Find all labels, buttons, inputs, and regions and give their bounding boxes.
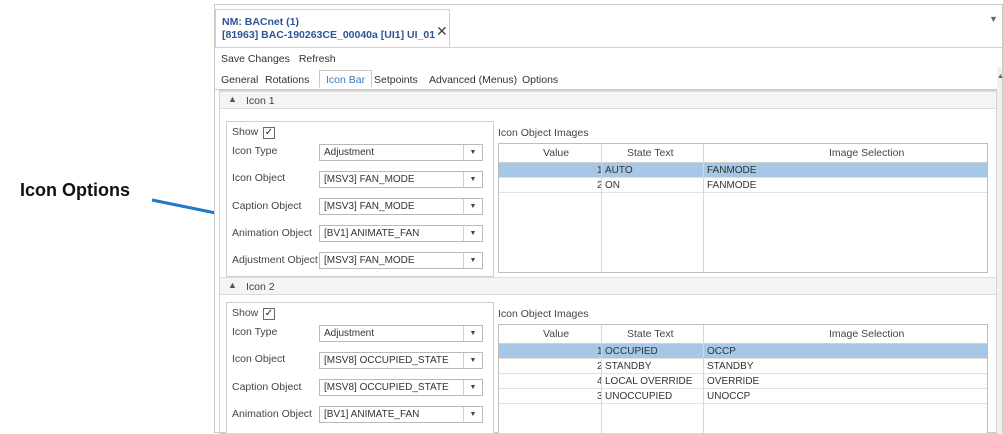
images-title: Icon Object Images	[498, 308, 589, 320]
tab-list-dropdown-icon[interactable]: ▼	[989, 14, 998, 24]
icon-bar-panel: ▲ Icon 1 Show ✓ Icon Type Adjustment ▼ Ic…	[219, 90, 997, 434]
tab-general[interactable]: General	[221, 74, 258, 86]
vertical-scrollbar[interactable]: ▲	[997, 67, 1003, 434]
column-header-image-selection: Image Selection	[829, 147, 905, 159]
column-divider	[703, 144, 704, 272]
chevron-up-icon[interactable]: ▲	[228, 280, 237, 290]
column-header-value: Value	[543, 147, 570, 159]
divider	[215, 47, 1002, 48]
icon-1-options: Show ✓ Icon Type Adjustment ▼ Icon Object…	[226, 121, 494, 277]
column-divider	[601, 144, 602, 272]
field-label: Icon Object	[232, 353, 286, 365]
document-tab-subtitle: [81963] BAC-190263CE_00040a [UI1] UI_01	[222, 29, 436, 41]
icon-1-images-grid: Value State Text Image Selection 1 AUTO …	[498, 143, 988, 273]
refresh-button[interactable]: Refresh	[299, 53, 336, 65]
tab-advanced-menus[interactable]: Advanced (Menus)	[429, 74, 517, 86]
animation-object-select[interactable]: [BV1] ANIMATE_FAN ▼	[319, 225, 483, 242]
chevron-down-icon: ▼	[463, 407, 482, 422]
scroll-up-icon[interactable]: ▲	[997, 73, 1003, 80]
close-icon[interactable]: ✕	[436, 23, 448, 40]
tab-rotations[interactable]: Rotations	[265, 74, 309, 86]
tab-setpoints[interactable]: Setpoints	[374, 74, 418, 86]
table-row[interactable]: 4 LOCAL OVERRIDE OVERRIDE	[499, 374, 987, 389]
field-label: Caption Object	[232, 200, 302, 212]
editor-window: NM: BACnet (1) [81963] BAC-190263CE_0004…	[214, 4, 1003, 434]
show-checkbox[interactable]: ✓	[263, 308, 275, 320]
column-header-value: Value	[543, 328, 570, 340]
cell-state: AUTO	[605, 165, 633, 176]
adjustment-object-select[interactable]: [MSV3] FAN_MODE ▼	[319, 252, 483, 269]
chevron-down-icon: ▼	[463, 172, 482, 187]
images-title: Icon Object Images	[498, 127, 589, 139]
icon-type-select[interactable]: Adjustment ▼	[319, 144, 483, 161]
caption-object-select[interactable]: [MSV3] FAN_MODE ▼	[319, 198, 483, 215]
animation-object-select[interactable]: [BV1] ANIMATE_FAN ▼	[319, 406, 483, 423]
icon-object-select[interactable]: [MSV3] FAN_MODE ▼	[319, 171, 483, 188]
chevron-up-icon[interactable]: ▲	[228, 94, 237, 104]
icon-2-options: Show ✓ Icon Type Adjustment ▼ Icon Object…	[226, 302, 494, 433]
field-label: Animation Object	[232, 227, 312, 239]
show-checkbox[interactable]: ✓	[263, 127, 275, 139]
cell-state: ON	[605, 180, 620, 191]
field-label: Icon Type	[232, 326, 278, 338]
icon-2-images-grid: Value State Text Image Selection 1 OCCUP…	[498, 324, 988, 433]
field-label: Icon Object	[232, 172, 286, 184]
table-row[interactable]: 1 OCCUPIED OCCP	[499, 344, 987, 359]
document-tab-title: NM: BACnet (1)	[222, 16, 299, 28]
cell-state: LOCAL OVERRIDE	[605, 376, 693, 387]
field-label: Animation Object	[232, 408, 312, 420]
grid-header: Value State Text Image Selection	[499, 325, 987, 344]
chevron-down-icon: ▼	[463, 353, 482, 368]
cell-state: UNOCCUPIED	[605, 391, 673, 402]
column-divider	[601, 325, 602, 433]
section-header-icon-2[interactable]: ▲ Icon 2	[220, 277, 996, 295]
tab-strip: General Rotations Icon Bar Setpoints Adv…	[215, 70, 1002, 90]
column-divider	[703, 325, 704, 433]
section-header-icon-1[interactable]: ▲ Icon 1	[220, 91, 996, 109]
icon-type-select[interactable]: Adjustment ▼	[319, 325, 483, 342]
tab-icon-bar[interactable]: Icon Bar	[319, 70, 373, 88]
chevron-down-icon: ▼	[463, 226, 482, 241]
table-row[interactable]: 2 ON FANMODE	[499, 178, 987, 193]
tab-options[interactable]: Options	[522, 74, 558, 86]
field-label: Adjustment Object	[232, 254, 318, 266]
grid-header: Value State Text Image Selection	[499, 144, 987, 163]
cell-image: UNOCCP	[707, 391, 751, 402]
table-row[interactable]: 1 AUTO FANMODE	[499, 163, 987, 178]
column-header-state-text: State Text	[627, 147, 674, 159]
caption-object-select[interactable]: [MSV8] OCCUPIED_STATE ▼	[319, 379, 483, 396]
save-changes-button[interactable]: Save Changes	[221, 53, 290, 65]
column-header-image-selection: Image Selection	[829, 328, 905, 340]
callout-label: Icon Options	[20, 180, 130, 200]
cell-image: FANMODE	[707, 180, 757, 191]
document-tab[interactable]: NM: BACnet (1) [81963] BAC-190263CE_0004…	[215, 9, 450, 47]
field-label: Icon Type	[232, 145, 278, 157]
chevron-down-icon: ▼	[463, 326, 482, 341]
column-header-state-text: State Text	[627, 328, 674, 340]
table-row[interactable]: 3 UNOCCUPIED UNOCCP	[499, 389, 987, 404]
chevron-down-icon: ▼	[463, 145, 482, 160]
cell-state: OCCUPIED	[605, 346, 658, 357]
cell-image: OVERRIDE	[707, 376, 760, 387]
cell-state: STANDBY	[605, 361, 652, 372]
chevron-down-icon: ▼	[463, 380, 482, 395]
show-label: Show	[232, 307, 259, 319]
show-label: Show	[232, 126, 259, 138]
icon-object-select[interactable]: [MSV8] OCCUPIED_STATE ▼	[319, 352, 483, 369]
section-title: Icon 1	[246, 95, 275, 107]
table-row[interactable]: 2 STANDBY STANDBY	[499, 359, 987, 374]
toolbar: Save Changes Refresh	[221, 53, 342, 65]
cell-image: FANMODE	[707, 165, 757, 176]
section-title: Icon 2	[246, 281, 275, 293]
chevron-down-icon: ▼	[463, 199, 482, 214]
field-label: Caption Object	[232, 381, 302, 393]
chevron-down-icon: ▼	[463, 253, 482, 268]
cell-image: OCCP	[707, 346, 736, 357]
cell-image: STANDBY	[707, 361, 754, 372]
